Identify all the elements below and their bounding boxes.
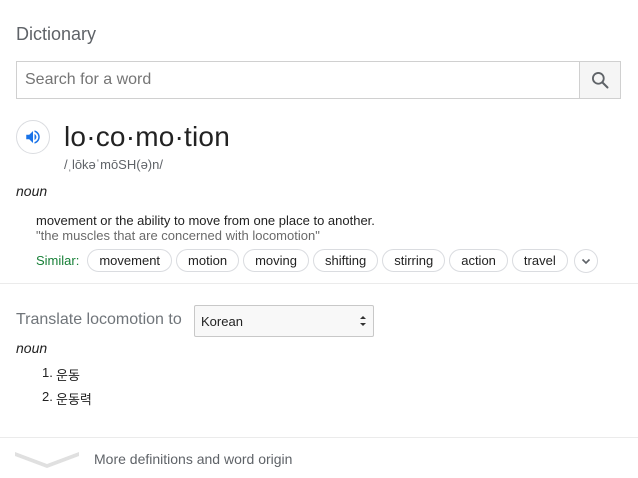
phonetic-spelling: /ˌlōkəˈmōSH(ə)n/	[64, 157, 163, 172]
translation-list: 1. 운동 2. 운동력	[42, 365, 92, 413]
section-divider	[0, 283, 638, 284]
similar-chip-stirring[interactable]: stirring	[382, 249, 446, 272]
similar-chip-motion[interactable]: motion	[176, 249, 240, 272]
translation-item: 2. 운동력	[42, 389, 92, 413]
search-icon	[592, 72, 609, 89]
translation-part-of-speech: noun	[16, 340, 48, 356]
chevron-down-icon	[581, 258, 590, 264]
translation-text: 운동	[56, 368, 80, 383]
similar-chip-movement[interactable]: movement	[87, 249, 173, 272]
example-sentence: "the muscles that are concerned with loc…	[36, 228, 320, 243]
similar-words-row: Similar: movement motion moving shifting…	[36, 248, 598, 273]
definition-text: movement or the ability to move from one…	[36, 213, 375, 228]
expand-chevron-icon	[15, 452, 79, 468]
similar-label: Similar:	[36, 253, 80, 268]
select-arrows-icon	[360, 316, 366, 326]
similar-chip-moving[interactable]: moving	[243, 249, 309, 272]
expand-similar-button[interactable]	[573, 248, 598, 273]
search-input[interactable]	[17, 62, 579, 98]
speaker-icon	[26, 130, 40, 144]
more-definitions-link[interactable]: More definitions and word origin	[0, 438, 638, 478]
translate-label: Translate locomotion to	[16, 311, 182, 328]
translation-item: 1. 운동	[42, 365, 92, 389]
more-definitions-label: More definitions and word origin	[94, 451, 293, 467]
similar-chip-action[interactable]: action	[449, 249, 508, 272]
translation-number: 2.	[42, 389, 53, 404]
part-of-speech: noun	[16, 183, 48, 199]
translation-number: 1.	[42, 365, 53, 380]
pronunciation-button[interactable]	[16, 120, 50, 154]
search-box	[16, 61, 621, 99]
headword: lo·co·mo·tion	[64, 121, 230, 152]
search-button[interactable]	[579, 62, 620, 98]
similar-chip-travel[interactable]: travel	[511, 249, 568, 272]
language-select[interactable]: Korean	[194, 305, 374, 337]
translation-text: 운동력	[56, 392, 92, 407]
dictionary-title: Dictionary	[16, 24, 97, 44]
similar-chip-shifting[interactable]: shifting	[313, 249, 379, 272]
language-selected: Korean	[201, 313, 243, 329]
